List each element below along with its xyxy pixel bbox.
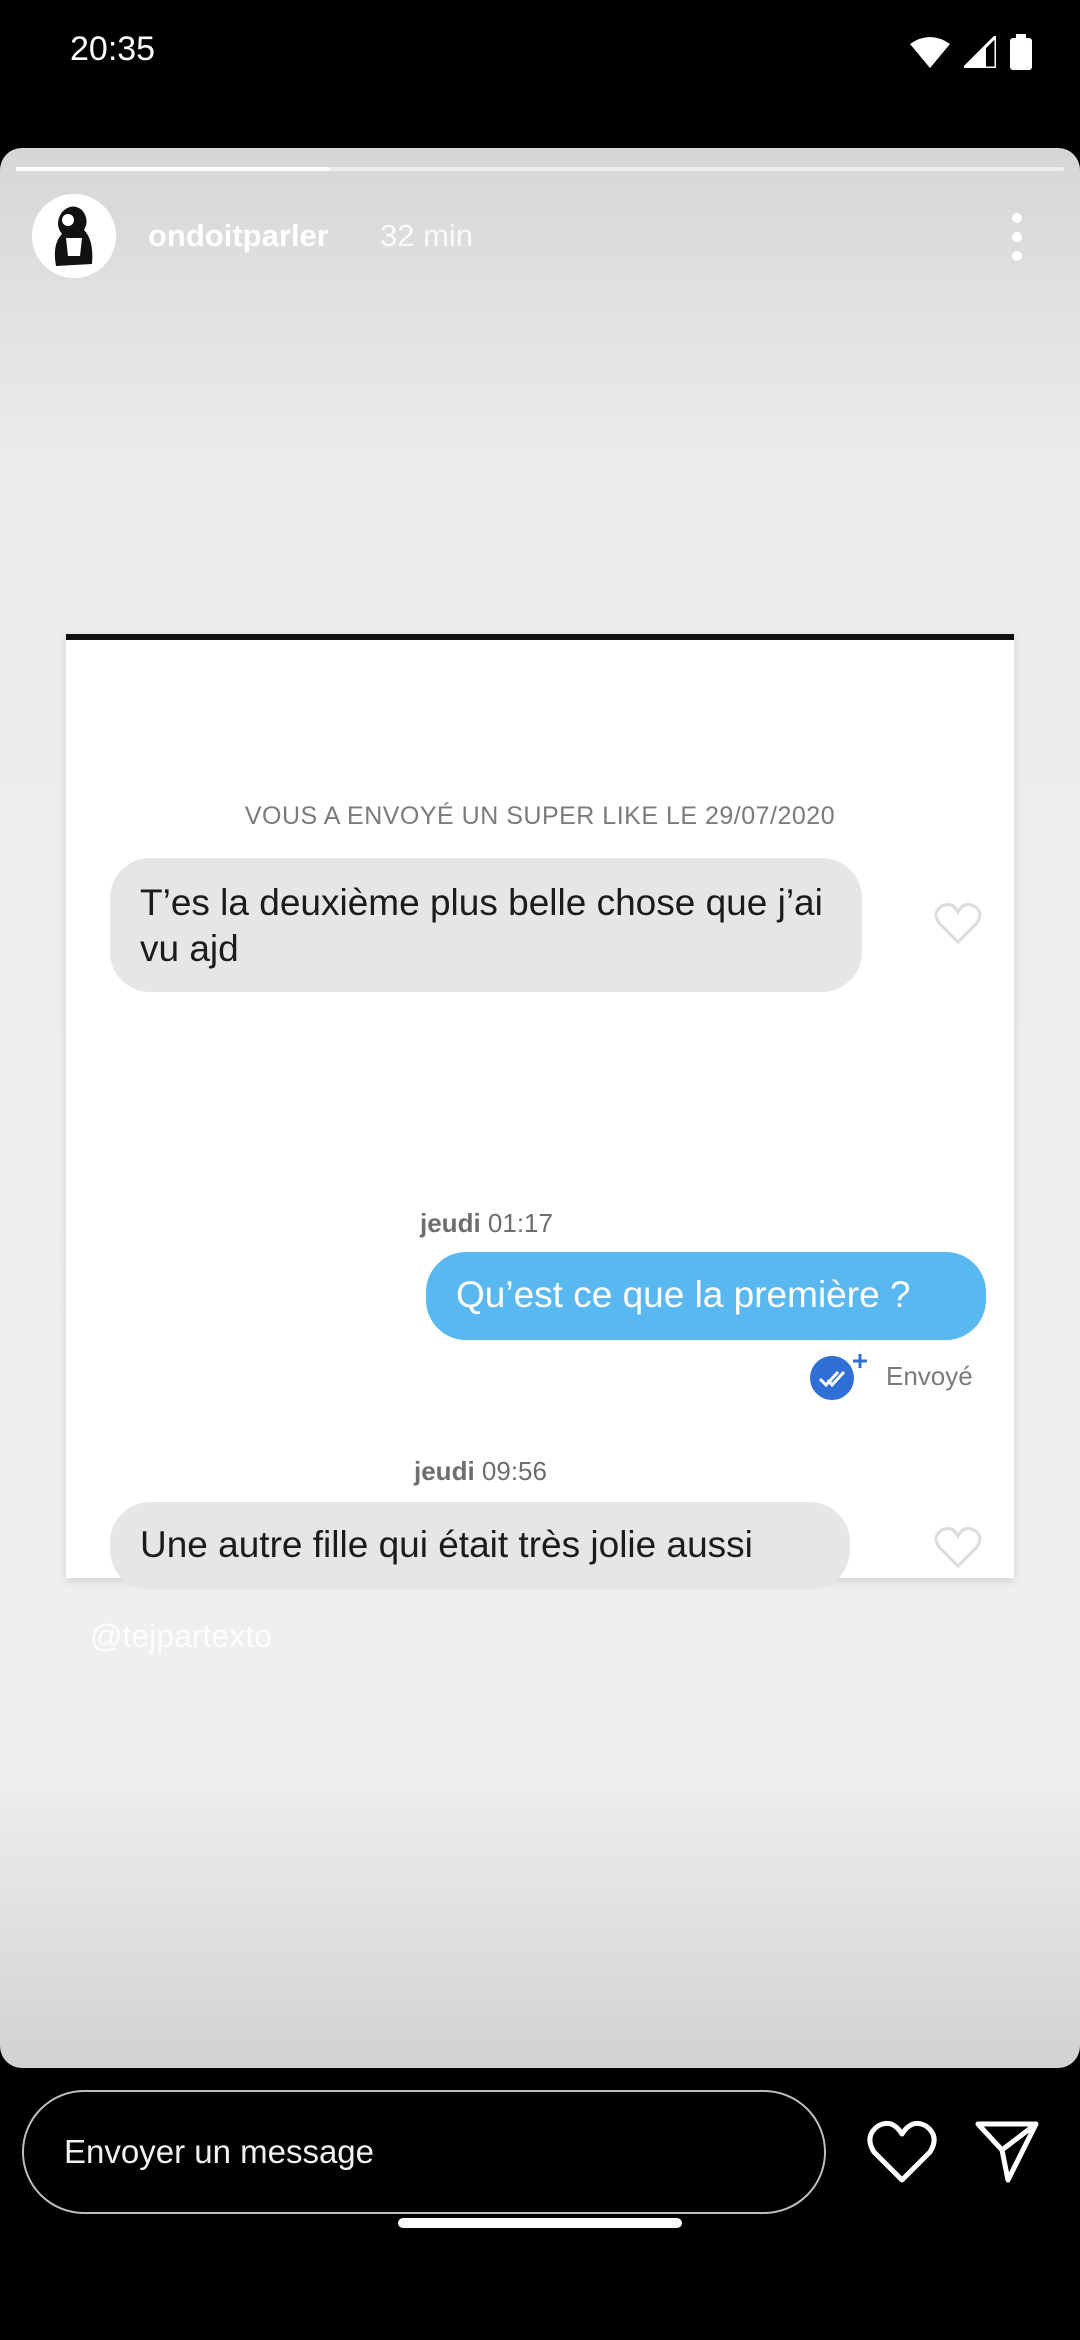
- timestamp-1-day: jeudi: [420, 1208, 481, 1238]
- like-heart-icon: [934, 903, 982, 944]
- timestamp-1: jeudi 01:17: [66, 1208, 1080, 1239]
- read-check-icon: [810, 1354, 867, 1400]
- message-input[interactable]: [22, 2090, 826, 2214]
- battery-icon: [1010, 34, 1032, 70]
- timestamp-2-day: jeudi: [414, 1456, 475, 1486]
- read-receipt: Envoyé: [806, 1350, 973, 1402]
- story-viewer[interactable]: ondoitparler 32 min VOUS A ENVOYÉ UN SUP…: [0, 148, 1080, 2068]
- timestamp-2: jeudi 09:56: [66, 1456, 1080, 1487]
- chat-screenshot-card: VOUS A ENVOYÉ UN SUPER LIKE LE 29/07/202…: [66, 634, 1014, 1590]
- story-username[interactable]: ondoitparler: [148, 218, 329, 254]
- timestamp-1-time: 01:17: [487, 1208, 553, 1238]
- sent-message-bubble: Qu’est ce que la première ?: [426, 1252, 986, 1340]
- signal-icon: [964, 36, 996, 68]
- timestamp-2-time: 09:56: [481, 1456, 547, 1486]
- status-bar: 20:35: [0, 0, 1080, 110]
- status-icons: [910, 34, 1032, 70]
- home-indicator[interactable]: [398, 2218, 682, 2228]
- received-message-bubble: T’es la deuxième plus belle chose que j’…: [110, 858, 862, 992]
- watermark: @tejpartexto: [90, 1618, 272, 1654]
- story-progress-fill: [16, 167, 331, 171]
- avatar[interactable]: [32, 194, 116, 278]
- reply-bar: [0, 2068, 1080, 2340]
- story-time-ago: 32 min: [380, 218, 474, 253]
- sent-status: Envoyé: [886, 1360, 973, 1391]
- avatar-illustration-icon: [32, 194, 116, 278]
- superlike-note: VOUS A ENVOYÉ UN SUPER LIKE LE 29/07/202…: [244, 802, 836, 830]
- status-time: 20:35: [70, 30, 156, 68]
- more-options-icon[interactable]: [1000, 210, 1034, 264]
- story-progress-bar: [16, 167, 1064, 171]
- heart-icon[interactable]: [866, 2120, 938, 2184]
- like-heart-icon: [934, 1527, 982, 1568]
- wifi-icon: [910, 37, 950, 68]
- send-icon[interactable]: [974, 2120, 1040, 2184]
- received-message-bubble: Une autre fille qui était très jolie aus…: [110, 1502, 850, 1590]
